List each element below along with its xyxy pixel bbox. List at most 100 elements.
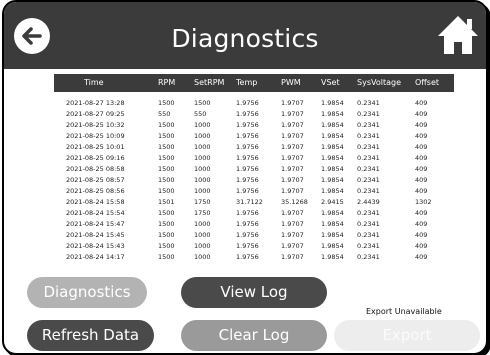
export-button[interactable]: Export (334, 320, 480, 351)
cell-time: 2021-08-27 13:28 (66, 99, 125, 107)
cell-time: 2021-08-25 10:09 (66, 132, 125, 140)
cell-rpm: 1500 (158, 220, 175, 228)
home-icon (438, 16, 478, 54)
cell-setrpm: 1500 (194, 99, 211, 107)
cell-sysvoltage: 0.2341 (357, 165, 380, 173)
cell-offset: 409 (415, 165, 428, 173)
cell-offset: 409 (415, 242, 428, 250)
cell-pwm: 1.9707 (281, 143, 304, 151)
cell-setrpm: 550 (194, 110, 207, 118)
table-row: 2021-08-24 15:54 1500 1750 1.9756 1.9707 1.98… (54, 208, 454, 219)
cell-rpm: 1500 (158, 231, 175, 239)
cell-temp: 1.9756 (236, 209, 259, 217)
table-row: 2021-08-24 14:17 1500 1000 1.9756 1.9707 1.98… (54, 252, 454, 263)
cell-temp: 1.9756 (236, 143, 259, 151)
cell-pwm: 1.9707 (281, 187, 304, 195)
cell-offset: 409 (415, 176, 428, 184)
cell-rpm: 1500 (158, 143, 175, 151)
cell-pwm: 1.9707 (281, 154, 304, 162)
cell-setrpm: 1000 (194, 187, 211, 195)
table-row: 2021-08-27 09:25 550 550 1.9756 1.9707 1.9854… (54, 109, 454, 120)
cell-rpm: 1500 (158, 187, 175, 195)
column-header-rpm: RPM (158, 78, 176, 87)
cell-pwm: 1.9707 (281, 231, 304, 239)
cell-time: 2021-08-27 09:25 (66, 110, 125, 118)
cell-time: 2021-08-24 15:58 (66, 198, 125, 206)
table-row: 2021-08-24 15:47 1500 1000 1.9756 1.9707 1.98… (54, 219, 454, 230)
table-row: 2021-08-27 13:28 1500 1500 1.9756 1.9707 1.98… (54, 98, 454, 109)
table-row: 2021-08-24 15:58 1501 1750 31.7122 35.1268 2.… (54, 197, 454, 208)
cell-setrpm: 1000 (194, 121, 211, 129)
cell-time: 2021-08-24 15:47 (66, 220, 125, 228)
cell-rpm: 1500 (158, 165, 175, 173)
cell-vset: 1.9854 (321, 220, 344, 228)
page-title: Diagnostics (171, 24, 319, 53)
cell-rpm: 1501 (158, 198, 175, 206)
cell-time: 2021-08-24 15:54 (66, 209, 125, 217)
cell-temp: 1.9756 (236, 242, 259, 250)
cell-temp: 1.9756 (236, 220, 259, 228)
table-row: 2021-08-25 10:32 1500 1000 1.9756 1.9707 1.98… (54, 120, 454, 131)
cell-temp: 1.9756 (236, 110, 259, 118)
column-header-offset: Offset (415, 78, 440, 87)
cell-offset: 409 (415, 220, 428, 228)
table-row: 2021-08-25 10:09 1500 1000 1.9756 1.9707 1.98… (54, 131, 454, 142)
cell-temp: 1.9756 (236, 99, 259, 107)
cell-offset: 409 (415, 132, 428, 140)
cell-temp: 1.9756 (236, 165, 259, 173)
cell-vset: 1.9854 (321, 253, 344, 261)
cell-temp: 1.9756 (236, 121, 259, 129)
cell-pwm: 1.9707 (281, 132, 304, 140)
cell-setrpm: 1000 (194, 132, 211, 140)
cell-setrpm: 1000 (194, 242, 211, 250)
cell-offset: 409 (415, 187, 428, 195)
cell-setrpm: 1000 (194, 220, 211, 228)
cell-setrpm: 1000 (194, 253, 211, 261)
table-row: 2021-08-25 08:58 1500 1000 1.9756 1.9707 1.98… (54, 164, 454, 175)
cell-rpm: 1500 (158, 209, 175, 217)
cell-sysvoltage: 0.2341 (357, 231, 380, 239)
table-row: 2021-08-24 15:45 1500 1000 1.9756 1.9707 1.98… (54, 230, 454, 241)
cell-sysvoltage: 0.2341 (357, 209, 380, 217)
cell-pwm: 1.9707 (281, 220, 304, 228)
cell-sysvoltage: 0.2341 (357, 132, 380, 140)
home-button[interactable] (436, 14, 480, 56)
cell-offset: 409 (415, 99, 428, 107)
cell-time: 2021-08-24 15:45 (66, 231, 125, 239)
export-status-text: Export Unavailable (366, 307, 442, 316)
cell-vset: 1.9854 (321, 231, 344, 239)
diagnostics-button[interactable]: Diagnostics (27, 277, 147, 308)
cell-temp: 1.9756 (236, 231, 259, 239)
view-log-button[interactable]: View Log (181, 277, 327, 308)
cell-vset: 1.9854 (321, 110, 344, 118)
cell-temp: 1.9756 (236, 253, 259, 261)
cell-sysvoltage: 0.2341 (357, 220, 380, 228)
cell-pwm: 1.9707 (281, 165, 304, 173)
cell-time: 2021-08-25 10:01 (66, 143, 125, 151)
cell-setrpm: 1000 (194, 143, 211, 151)
table-row: 2021-08-25 08:56 1500 1000 1.9756 1.9707 1.98… (54, 186, 454, 197)
cell-vset: 1.9854 (321, 242, 344, 250)
cell-pwm: 1.9707 (281, 253, 304, 261)
table-row: 2021-08-25 09:16 1500 1000 1.9756 1.9707 1.98… (54, 153, 454, 164)
cell-vset: 1.9854 (321, 209, 344, 217)
table-row: 2021-08-25 10:01 1500 1000 1.9756 1.9707 1.98… (54, 142, 454, 153)
device-screen: Diagnostics Time RPM SetRPM Temp PWM VSe… (2, 0, 488, 355)
cell-offset: 409 (415, 154, 428, 162)
cell-vset: 1.9854 (321, 154, 344, 162)
cell-setrpm: 1000 (194, 154, 211, 162)
cell-time: 2021-08-24 14:17 (66, 253, 125, 261)
cell-offset: 409 (415, 209, 428, 217)
cell-pwm: 35.1268 (281, 198, 308, 206)
cell-rpm: 1500 (158, 154, 175, 162)
header-bar: Diagnostics (4, 2, 486, 69)
cell-pwm: 1.9707 (281, 99, 304, 107)
log-table: Time RPM SetRPM Temp PWM VSet SysVoltage… (54, 74, 454, 271)
refresh-data-button[interactable]: Refresh Data (27, 320, 154, 351)
cell-offset: 1302 (415, 198, 432, 206)
cell-sysvoltage: 0.2341 (357, 143, 380, 151)
cell-temp: 1.9756 (236, 154, 259, 162)
cell-temp: 1.9756 (236, 187, 259, 195)
cell-offset: 409 (415, 231, 428, 239)
clear-log-button[interactable]: Clear Log (181, 320, 327, 351)
